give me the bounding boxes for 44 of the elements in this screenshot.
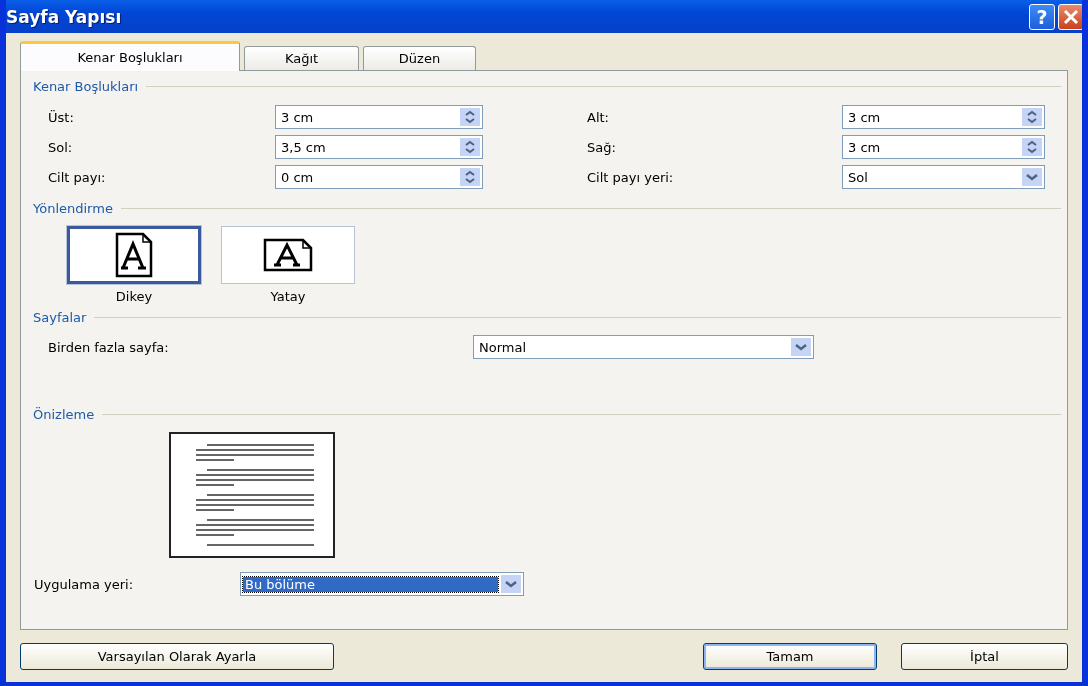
field-label: Cilt payı:	[48, 169, 107, 185]
tab[interactable]: Düzen	[363, 46, 476, 70]
spin-arrows-icon	[460, 108, 480, 126]
field-label: Sağ:	[587, 139, 617, 155]
spin-field[interactable]: 3 cm	[842, 105, 1045, 129]
group-heading: Sayfalar	[33, 310, 87, 325]
orientation-label: Yatay	[270, 289, 306, 304]
orientation-label: Dikey	[115, 289, 153, 304]
field-label: Sol:	[48, 139, 74, 155]
orientation-button[interactable]	[67, 226, 201, 284]
close-button[interactable]	[1058, 3, 1082, 30]
field-label: Üst:	[48, 109, 75, 125]
help-button[interactable]: ?	[1029, 3, 1055, 30]
spin-arrows-icon	[460, 138, 480, 156]
tab[interactable]: Kağıt	[244, 46, 359, 70]
dropdown[interactable]: Sol	[842, 165, 1045, 189]
push-button[interactable]: İptal	[901, 643, 1068, 670]
group-heading: Önizleme	[33, 407, 95, 422]
dropdown[interactable]: Bu bölüme	[240, 572, 524, 596]
orientation-button[interactable]	[221, 226, 355, 284]
field-label: Uygulama yeri:	[34, 576, 135, 592]
field-label: Alt:	[587, 109, 610, 125]
spin-arrows-icon	[460, 168, 480, 186]
push-button[interactable]: Tamam	[703, 643, 877, 670]
spin-arrows-icon	[1022, 108, 1042, 126]
chevron-down-icon	[791, 338, 811, 356]
spin-field[interactable]: 0 cm	[275, 165, 483, 189]
chevron-down-icon	[501, 575, 521, 593]
group-heading: Yönlendirme	[33, 201, 113, 216]
spin-field[interactable]: 3,5 cm	[275, 135, 483, 159]
spin-arrows-icon	[1022, 138, 1042, 156]
group-heading: Kenar Boşlukları	[33, 79, 139, 94]
tab[interactable]: Kenar Boşlukları	[20, 41, 240, 71]
dropdown[interactable]: Normal	[473, 335, 814, 359]
field-label: Birden fazla sayfa:	[48, 339, 170, 355]
close-icon	[1062, 7, 1080, 26]
chevron-down-icon	[1022, 168, 1042, 186]
push-button[interactable]: Varsayılan Olarak Ayarla	[20, 643, 334, 670]
spin-field[interactable]: 3 cm	[842, 135, 1045, 159]
window-title: Sayfa Yapısı	[6, 6, 122, 27]
spin-field[interactable]: 3 cm	[275, 105, 483, 129]
landscape-page-icon	[263, 238, 313, 272]
field-label: Cilt payı yeri:	[587, 169, 675, 185]
portrait-page-icon	[115, 232, 153, 278]
